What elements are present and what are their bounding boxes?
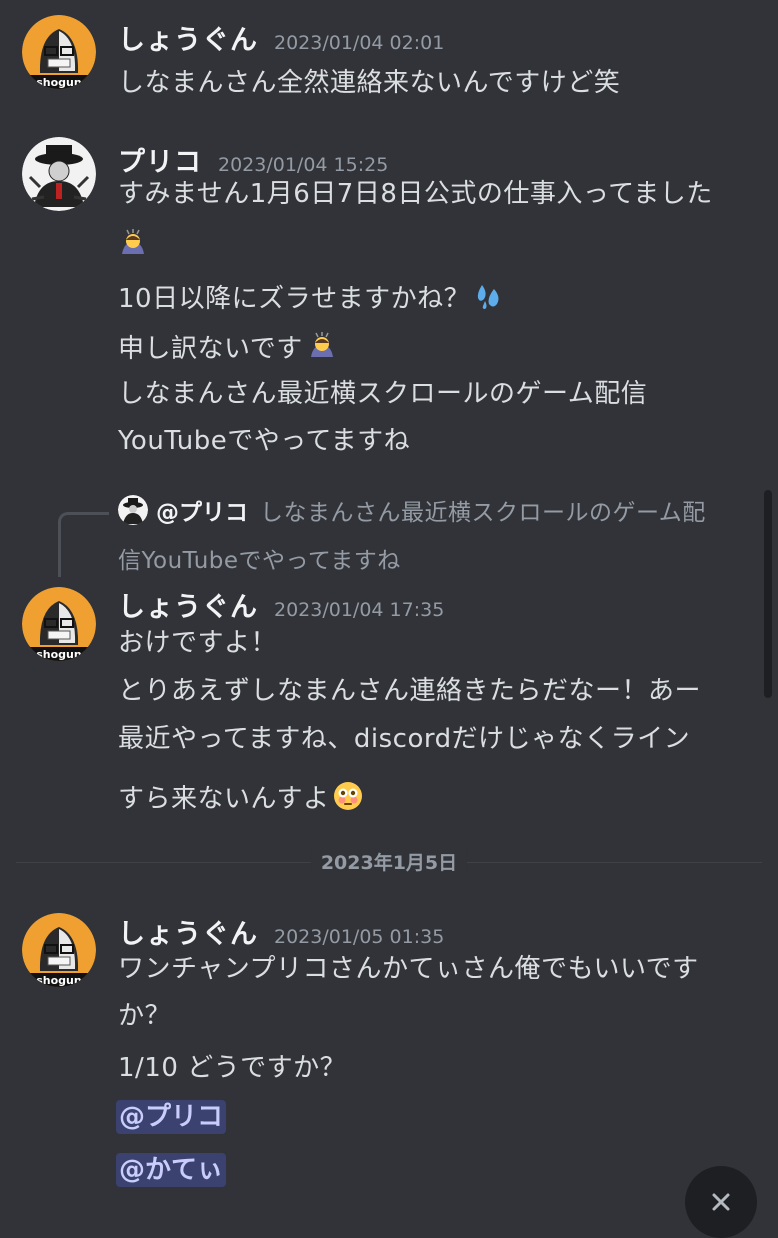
timestamp: 2023/01/04 02:01 xyxy=(274,32,445,54)
shogun-avatar: shogun xyxy=(22,15,96,89)
avatar[interactable]: shogun xyxy=(22,587,96,661)
message-text-span: 10日以降にズラせますかね？ xyxy=(118,284,471,314)
emoji-line xyxy=(118,228,148,261)
username[interactable]: しょうぐん xyxy=(118,18,258,57)
timestamp: 2023/01/04 17:35 xyxy=(274,599,445,621)
close-button[interactable] xyxy=(685,1166,757,1238)
bowing-person-emoji xyxy=(307,331,337,361)
avatar[interactable]: shogun xyxy=(22,913,96,987)
message-header: しょうぐん 2023/01/05 01:35 xyxy=(118,912,444,951)
message-text: しなまんさん全然連絡来ないんですけど笑 xyxy=(118,68,621,98)
message-text: 最近やってますね、discordだけじゃなくライン xyxy=(118,724,691,754)
puriko-avatar xyxy=(22,137,96,211)
reply-text: しなまんさん最近横スクロールのゲーム配 xyxy=(260,500,706,526)
avatar[interactable]: shogun xyxy=(22,15,96,89)
message-text: すら来ないんすよ xyxy=(118,778,363,815)
flushed-face-emoji xyxy=(333,781,363,811)
reply-author[interactable]: @プリコ xyxy=(156,493,248,527)
message-header: しょうぐん 2023/01/04 02:01 xyxy=(118,18,444,57)
message-text-span: 申し訳ないです xyxy=(118,334,303,364)
shogun-avatar: shogun xyxy=(22,587,96,661)
mention-puriko[interactable]: @プリコ xyxy=(116,1100,227,1134)
reply-text-continued: 信YouTubeでやってますね xyxy=(118,548,401,574)
date-divider-label: 2023年1月5日 xyxy=(310,848,468,875)
timestamp: 2023/01/05 01:35 xyxy=(274,926,445,948)
message-text: 10日以降にズラせますかね？ xyxy=(118,278,504,315)
message-text: YouTubeでやってますね xyxy=(118,426,411,456)
message-text: すみません1月6日7日8日公式の仕事入ってました xyxy=(118,179,713,209)
avatar-text: shogun xyxy=(36,648,81,661)
reply-preview[interactable]: @プリコ しなまんさん最近横スクロールのゲーム配 xyxy=(118,493,706,527)
message-text-span: すら来ないんすよ xyxy=(118,784,330,814)
reply-spine xyxy=(58,512,109,577)
username[interactable]: しょうぐん xyxy=(118,912,258,951)
close-icon xyxy=(712,1193,730,1211)
avatar-text: shogun xyxy=(36,76,81,89)
avatar-text: shogun xyxy=(36,974,81,987)
message-text: か？ xyxy=(118,1001,172,1031)
mention-katei[interactable]: @かてぃ xyxy=(116,1153,227,1187)
message-text: おけですよ！ xyxy=(118,628,278,658)
message-text: 申し訳ないです xyxy=(118,328,337,365)
sweat-droplets-emoji xyxy=(474,281,504,311)
message-text: ワンチャンプリコさんかてぃさん俺でもいいです xyxy=(118,954,699,984)
reply-avatar xyxy=(118,495,148,525)
avatar[interactable] xyxy=(22,137,96,211)
message-text: しなまんさん最近横スクロールのゲーム配信 xyxy=(118,379,648,409)
username[interactable]: しょうぐん xyxy=(118,585,258,624)
message-text: とりあえずしなまんさん連絡きたらだなー！あー xyxy=(118,676,702,706)
bowing-person-emoji xyxy=(118,228,148,258)
message-header: しょうぐん 2023/01/04 17:35 xyxy=(118,585,444,624)
shogun-avatar: shogun xyxy=(22,913,96,987)
scrollbar[interactable] xyxy=(764,490,772,698)
message-text: 1/10 どうですか？ xyxy=(118,1053,347,1083)
